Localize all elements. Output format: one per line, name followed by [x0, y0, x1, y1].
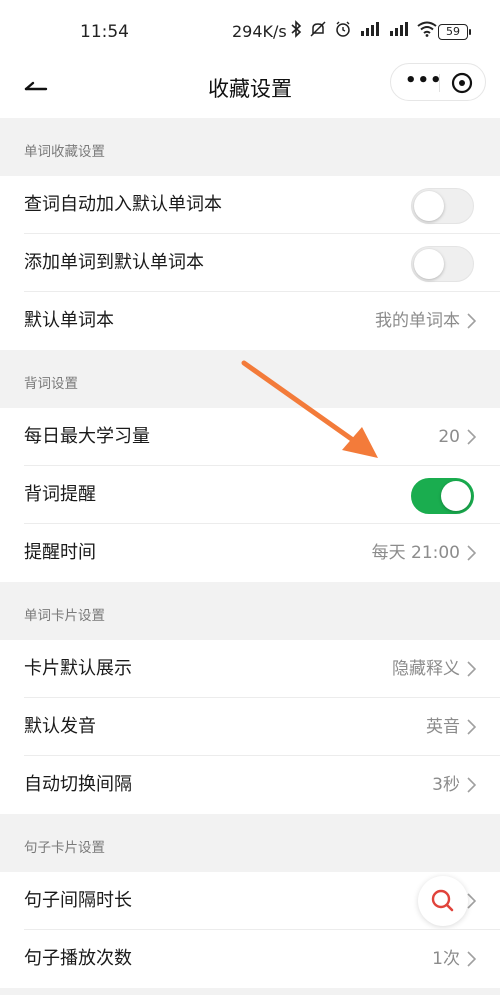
row-value: 我的单词本	[375, 311, 460, 331]
capsule-divider	[439, 74, 440, 92]
setting-row-default-wordbook[interactable]: 默认单词本 我的单词本	[0, 292, 500, 350]
close-icon	[451, 72, 473, 94]
row-label: 卡片默认展示	[24, 658, 132, 679]
setting-row-daily-max[interactable]: 每日最大学习量 20	[0, 408, 500, 466]
status-icons	[290, 19, 437, 45]
row-label: 自动切换间隔	[24, 774, 132, 795]
more-button[interactable]: •••	[405, 72, 443, 90]
toggle-knob	[441, 481, 471, 511]
chevron-right-icon	[467, 951, 476, 967]
reminder-toggle[interactable]	[411, 478, 474, 514]
setting-row-reminder[interactable]: 背词提醒	[0, 466, 500, 524]
row-label: 背词提醒	[24, 484, 96, 505]
bluetooth-icon	[290, 19, 302, 45]
wifi-icon	[417, 20, 437, 44]
signal-icon	[359, 20, 381, 44]
mute-icon	[309, 20, 327, 45]
mini-program-capsule: •••	[390, 63, 486, 101]
setting-row-sentence-interval[interactable]: 句子间隔时长	[0, 872, 500, 930]
row-label: 句子间隔时长	[24, 890, 132, 911]
row-label: 每日最大学习量	[24, 426, 150, 447]
chevron-right-icon	[467, 719, 476, 735]
status-time: 11:54	[80, 22, 129, 42]
add-to-default-toggle[interactable]	[411, 246, 474, 282]
network-speed: 294K/s	[232, 22, 287, 41]
chevron-right-icon	[467, 545, 476, 561]
chevron-right-icon	[467, 313, 476, 329]
toggle-knob	[414, 191, 444, 221]
chevron-right-icon	[467, 777, 476, 793]
row-label: 提醒时间	[24, 542, 96, 563]
section-header-word-collect: 单词收藏设置	[0, 118, 500, 176]
row-value: 每天 21:00	[371, 543, 460, 563]
setting-row-add-to-default[interactable]: 添加单词到默认单词本	[0, 234, 500, 292]
search-icon	[431, 889, 454, 912]
setting-row-pronunciation[interactable]: 默认发音 英音	[0, 698, 500, 756]
battery-icon: 59	[438, 24, 471, 40]
setting-row-sentence-play-count[interactable]: 句子播放次数 1次	[0, 930, 500, 988]
signal-icon	[388, 20, 410, 44]
setting-row-card-display[interactable]: 卡片默认展示 隐藏释义	[0, 640, 500, 698]
toggle-knob	[414, 249, 444, 279]
row-value: 英音	[426, 717, 460, 737]
setting-row-reminder-time[interactable]: 提醒时间 每天 21:00	[0, 524, 500, 582]
chevron-right-icon	[467, 661, 476, 677]
setting-row-auto-add[interactable]: 查词自动加入默认单词本	[0, 176, 500, 234]
search-button[interactable]	[418, 876, 468, 926]
setting-row-switch-interval[interactable]: 自动切换间隔 3秒	[0, 756, 500, 814]
chevron-right-icon	[467, 429, 476, 445]
row-value: 1次	[432, 949, 460, 969]
close-button[interactable]	[451, 72, 473, 94]
section-header-sentence-card: 句子卡片设置	[0, 814, 500, 872]
row-label: 句子播放次数	[24, 948, 132, 969]
alarm-icon	[334, 20, 352, 45]
row-label: 添加单词到默认单词本	[24, 252, 204, 273]
section-header-recite: 背词设置	[0, 350, 500, 408]
status-bar: 11:54 294K/s 59	[0, 0, 500, 62]
row-value: 隐藏释义	[392, 659, 460, 679]
row-label: 默认发音	[24, 716, 96, 737]
row-value: 20	[438, 427, 460, 447]
nav-bar: 收藏设置 •••	[0, 62, 500, 118]
chevron-right-icon	[467, 893, 476, 909]
section-header-word-card: 单词卡片设置	[0, 582, 500, 640]
row-label: 默认单词本	[24, 310, 114, 331]
row-value: 3秒	[432, 775, 460, 795]
battery-level: 59	[446, 25, 460, 38]
row-label: 查词自动加入默认单词本	[24, 194, 222, 215]
auto-add-toggle[interactable]	[411, 188, 474, 224]
